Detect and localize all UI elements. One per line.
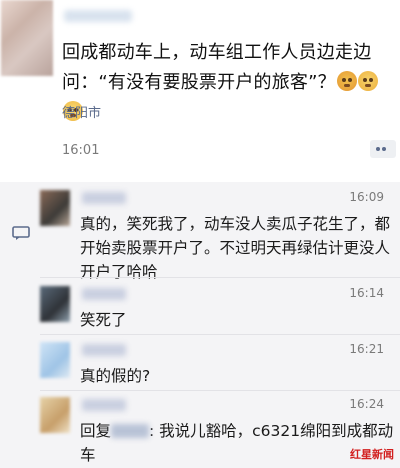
- comment-item: 16:14 笑死了: [40, 286, 400, 346]
- post-text-line2: 问：“有没有要股票开户的旅客”？: [62, 68, 392, 128]
- blurred-username[interactable]: [64, 10, 132, 22]
- dizzy-face-icon: [357, 71, 378, 91]
- post-time: 16:01: [62, 143, 100, 158]
- comment-item: 16:09 真的，笑死我了，动车没人卖瓜子花生了，都开始卖股票开户了。不过明天再…: [40, 190, 400, 290]
- avatar[interactable]: [40, 342, 70, 378]
- divider: [40, 390, 400, 391]
- comment-time: 16:21: [349, 342, 384, 356]
- comment-text[interactable]: 回复: 我说儿豁哈，c6321绵阳到成都动车: [80, 419, 396, 467]
- divider: [40, 277, 400, 278]
- comment-item: 16:24 回复: 我说儿豁哈，c6321绵阳到成都动车: [40, 397, 400, 467]
- blurred-username[interactable]: [82, 344, 126, 356]
- comment-time: 16:09: [349, 190, 384, 204]
- blurred-username[interactable]: [82, 192, 126, 204]
- comment-text[interactable]: 真的假的?: [80, 364, 396, 388]
- blurred-reply-username[interactable]: [111, 424, 150, 438]
- reply-prefix: 回复: [80, 422, 112, 440]
- avatar[interactable]: [40, 286, 70, 322]
- comment-text[interactable]: 真的，笑死我了，动车没人卖瓜子花生了，都开始卖股票开户了。不过明天再绿估计更没人…: [80, 212, 396, 284]
- comment-time: 16:14: [349, 286, 384, 300]
- comment-item: 16:21 真的假的?: [40, 342, 400, 402]
- blurred-username[interactable]: [82, 399, 126, 411]
- comment-text[interactable]: 笑死了: [80, 308, 396, 332]
- post-text-line1: 回成都动车上，动车组工作人员边走边: [62, 42, 372, 63]
- divider: [40, 334, 400, 335]
- angry-face-icon: [336, 71, 357, 91]
- comment-time: 16:24: [349, 397, 384, 411]
- avatar[interactable]: [1, 0, 53, 76]
- post-text: 回成都动车上，动车组工作人员边走边 问：“有没有要股票开户的旅客”？: [62, 38, 392, 128]
- blurred-username[interactable]: [82, 288, 126, 300]
- avatar[interactable]: [40, 190, 70, 226]
- avatar[interactable]: [40, 397, 70, 433]
- comments-section: 16:09 真的，笑死我了，动车没人卖瓜子花生了，都开始卖股票开户了。不过明天再…: [0, 182, 400, 468]
- comment-icon: [12, 226, 30, 240]
- watermark-logo: 红星新闻: [350, 448, 394, 461]
- moments-post: 回成都动车上，动车组工作人员边走边 问：“有没有要股票开户的旅客”？ 德阳市 1…: [0, 0, 400, 182]
- more-options-button[interactable]: [370, 140, 396, 158]
- location-link[interactable]: 德阳市: [62, 102, 101, 121]
